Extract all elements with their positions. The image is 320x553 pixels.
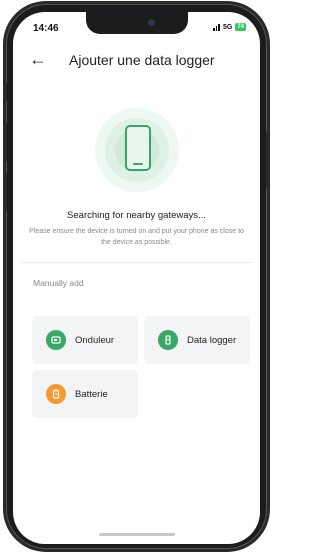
network-type: 5G bbox=[222, 23, 233, 31]
inverter-icon bbox=[46, 330, 66, 350]
app-screen: 14:46 5G 74 ← Ajouter une data logger Se… bbox=[13, 12, 260, 544]
signal-icon bbox=[213, 23, 220, 31]
home-indicator[interactable] bbox=[99, 533, 175, 536]
status-bar: 14:46 5G 74 bbox=[13, 21, 260, 37]
add-battery-button[interactable]: Batterie bbox=[32, 370, 138, 418]
inverter-label: Onduleur bbox=[75, 334, 115, 346]
page-title: Ajouter une data logger bbox=[69, 52, 215, 68]
manual-add-label: Manually add bbox=[33, 278, 84, 288]
data-logger-label: Data logger bbox=[187, 334, 237, 346]
status-indicators: 5G 74 bbox=[213, 23, 246, 31]
page-header: ← Ajouter une data logger bbox=[13, 48, 260, 76]
arrow-left-icon[interactable]: ← bbox=[29, 50, 47, 68]
search-status: Searching for nearby gateways... bbox=[67, 210, 206, 221]
search-hint: Please ensure the device is turned on an… bbox=[29, 228, 244, 246]
volume-up-button bbox=[3, 122, 7, 162]
battery-icon bbox=[46, 384, 66, 404]
battery-indicator: 74 bbox=[235, 23, 246, 31]
volume-down-button bbox=[3, 172, 7, 212]
status-time: 14:46 bbox=[33, 23, 59, 34]
power-button bbox=[266, 132, 270, 188]
add-data-logger-button[interactable]: Data logger bbox=[144, 316, 250, 364]
phone-icon bbox=[125, 125, 151, 171]
add-inverter-button[interactable]: Onduleur bbox=[32, 316, 138, 364]
scanning-animation bbox=[95, 108, 179, 192]
divider bbox=[21, 262, 252, 263]
data-logger-icon bbox=[158, 330, 178, 350]
mute-switch bbox=[3, 82, 7, 102]
battery-label: Batterie bbox=[75, 388, 108, 400]
